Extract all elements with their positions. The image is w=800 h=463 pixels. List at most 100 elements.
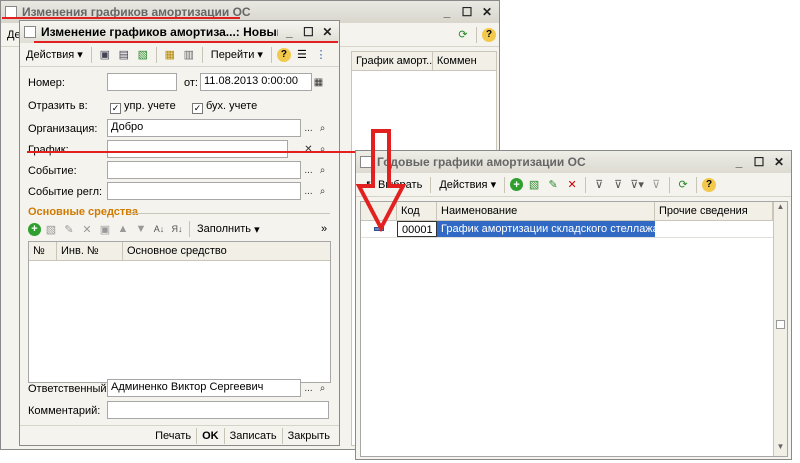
org-field[interactable]: Добро	[107, 119, 301, 137]
filter-menu-icon[interactable]: ⊽▾	[629, 177, 645, 193]
maximize-icon[interactable]: ☐	[751, 154, 767, 170]
table-row[interactable]: 00001 График амортизации складского стел…	[361, 221, 787, 238]
scroll-thumb[interactable]	[776, 320, 785, 329]
schedule-clear-icon[interactable]: ✕	[302, 141, 315, 157]
refresh-icon[interactable]: ⟳	[455, 27, 471, 43]
separator	[223, 427, 225, 444]
responsible-search-icon[interactable]: ⌕	[316, 380, 329, 396]
post-icon[interactable]: ▤	[116, 47, 132, 63]
schedule-select-button[interactable]: ...	[288, 141, 301, 157]
schedules-grid-header: Код Наименование Прочие сведения	[361, 202, 787, 221]
help-icon[interactable]: ?	[276, 47, 291, 62]
vertical-scrollbar[interactable]: ▲ ▼	[773, 202, 787, 456]
close-button[interactable]: Закрыть	[285, 427, 333, 445]
red-arrow-annotation	[355, 129, 407, 233]
edit-icon[interactable]: ✎	[545, 177, 561, 193]
underline-schedule-field	[27, 151, 362, 153]
sel-actions-menu[interactable]: Действия ▾	[436, 176, 499, 194]
acc-checkbox[interactable]: ✓ бух. учете	[192, 100, 257, 114]
event-reg-search-icon[interactable]: ⌕	[316, 183, 329, 199]
maximize-icon[interactable]: ☐	[301, 24, 316, 40]
separator	[270, 46, 272, 63]
event-search-icon[interactable]: ⌕	[316, 162, 329, 178]
close-icon[interactable]: ✕	[320, 24, 335, 40]
add-icon[interactable]: +	[510, 178, 524, 191]
delete-icon[interactable]: ✕	[564, 177, 580, 193]
comment-label: Комментарий:	[28, 405, 101, 417]
clear-filter-icon[interactable]: ⊽	[648, 177, 664, 193]
schedule-field[interactable]	[107, 140, 288, 158]
col-extra[interactable]: Прочие сведения	[655, 202, 773, 220]
separator	[585, 176, 587, 193]
doc-footer: Печать OK Записать Закрыть	[20, 425, 339, 445]
event-select-button[interactable]: ...	[302, 162, 315, 178]
col-schedule[interactable]: График аморт...	[352, 52, 433, 70]
schedule-search-icon[interactable]: ⌕	[316, 141, 329, 157]
print-button[interactable]: Печать	[152, 427, 194, 445]
more-icon[interactable]: »	[316, 221, 332, 237]
close-icon[interactable]: ✕	[771, 154, 787, 170]
scroll-up-icon[interactable]: ▲	[774, 202, 787, 216]
sort-asc-icon[interactable]: A↓	[151, 221, 167, 237]
filter-icon[interactable]: ⊽	[591, 177, 607, 193]
scroll-down-icon[interactable]: ▼	[774, 442, 787, 456]
add-icon[interactable]: +	[28, 222, 41, 236]
save-icon[interactable]: ▣	[97, 47, 113, 63]
number-label: Номер:	[28, 77, 65, 89]
mgmt-checkbox-label: упр. учете	[124, 100, 176, 112]
number-field[interactable]	[107, 73, 177, 91]
col-inv[interactable]: Инв. №	[57, 242, 123, 260]
delete-icon[interactable]: ✕	[79, 221, 95, 237]
end-edit-icon[interactable]: ▣	[97, 221, 113, 237]
event-reg-select-button[interactable]: ...	[302, 183, 315, 199]
help-icon[interactable]: ?	[482, 27, 496, 42]
event-field[interactable]	[107, 161, 301, 179]
goto-menu[interactable]: Перейти ▾	[208, 46, 266, 64]
separator	[504, 176, 506, 193]
org-search-icon[interactable]: ⌕	[316, 120, 329, 136]
copy-icon[interactable]: ▧	[526, 177, 542, 193]
structure-icon[interactable]: ▥	[181, 47, 197, 63]
ok-button[interactable]: OK	[199, 427, 222, 445]
check-icon: ✓	[192, 103, 203, 114]
copy-icon[interactable]: ▧	[135, 47, 151, 63]
copy-row-icon[interactable]: ▧	[43, 221, 59, 237]
col-asset[interactable]: Основное средство	[123, 242, 330, 260]
separator	[189, 221, 190, 237]
sort-desc-icon[interactable]: Я↓	[169, 221, 185, 237]
row-name: График амортизации складского стеллажа	[437, 221, 655, 237]
help-icon[interactable]: ?	[702, 177, 717, 192]
refresh-icon[interactable]: ⟳	[675, 177, 691, 193]
filter-value-icon[interactable]: ⊽	[610, 177, 626, 193]
edit-icon[interactable]: ✎	[61, 221, 77, 237]
col-comment[interactable]: Коммен	[433, 52, 496, 70]
tree-icon[interactable]: ⋮	[313, 47, 329, 63]
col-name[interactable]: Наименование	[437, 202, 655, 220]
minimize-icon[interactable]: _	[282, 24, 297, 40]
section-title: Основные средства	[28, 206, 139, 218]
mgmt-checkbox[interactable]: ✓ упр. учете	[110, 100, 176, 114]
actions-menu[interactable]: Действия ▾	[23, 46, 86, 64]
col-num[interactable]: №	[29, 242, 57, 260]
bg-grid-header: График аморт... Коммен	[352, 52, 496, 71]
separator	[669, 176, 671, 193]
comment-field[interactable]	[107, 401, 329, 419]
org-select-button[interactable]: ...	[302, 120, 315, 136]
move-up-icon[interactable]: ▲	[115, 221, 131, 237]
fill-menu[interactable]: Заполнить ▾	[194, 220, 263, 238]
calendar-icon[interactable]: ▦	[312, 74, 325, 90]
minimize-icon[interactable]: _	[731, 154, 747, 170]
based-on-icon[interactable]: ▦	[162, 47, 178, 63]
minimize-icon[interactable]: _	[439, 4, 455, 20]
responsible-select-button[interactable]: ...	[302, 380, 315, 396]
move-down-icon[interactable]: ▼	[133, 221, 149, 237]
date-field[interactable]: 11.08.2013 0:00:00	[200, 73, 312, 91]
schedule-label: График:	[28, 144, 69, 156]
event-reg-field[interactable]	[107, 182, 301, 200]
save-button[interactable]: Записать	[227, 427, 280, 445]
responsible-field[interactable]: Админенко Виктор Сергеевич	[107, 379, 301, 397]
check-icon: ✓	[110, 103, 121, 114]
list-icon[interactable]: ☰	[294, 47, 310, 63]
close-icon[interactable]: ✕	[479, 4, 495, 20]
maximize-icon[interactable]: ☐	[459, 4, 475, 20]
